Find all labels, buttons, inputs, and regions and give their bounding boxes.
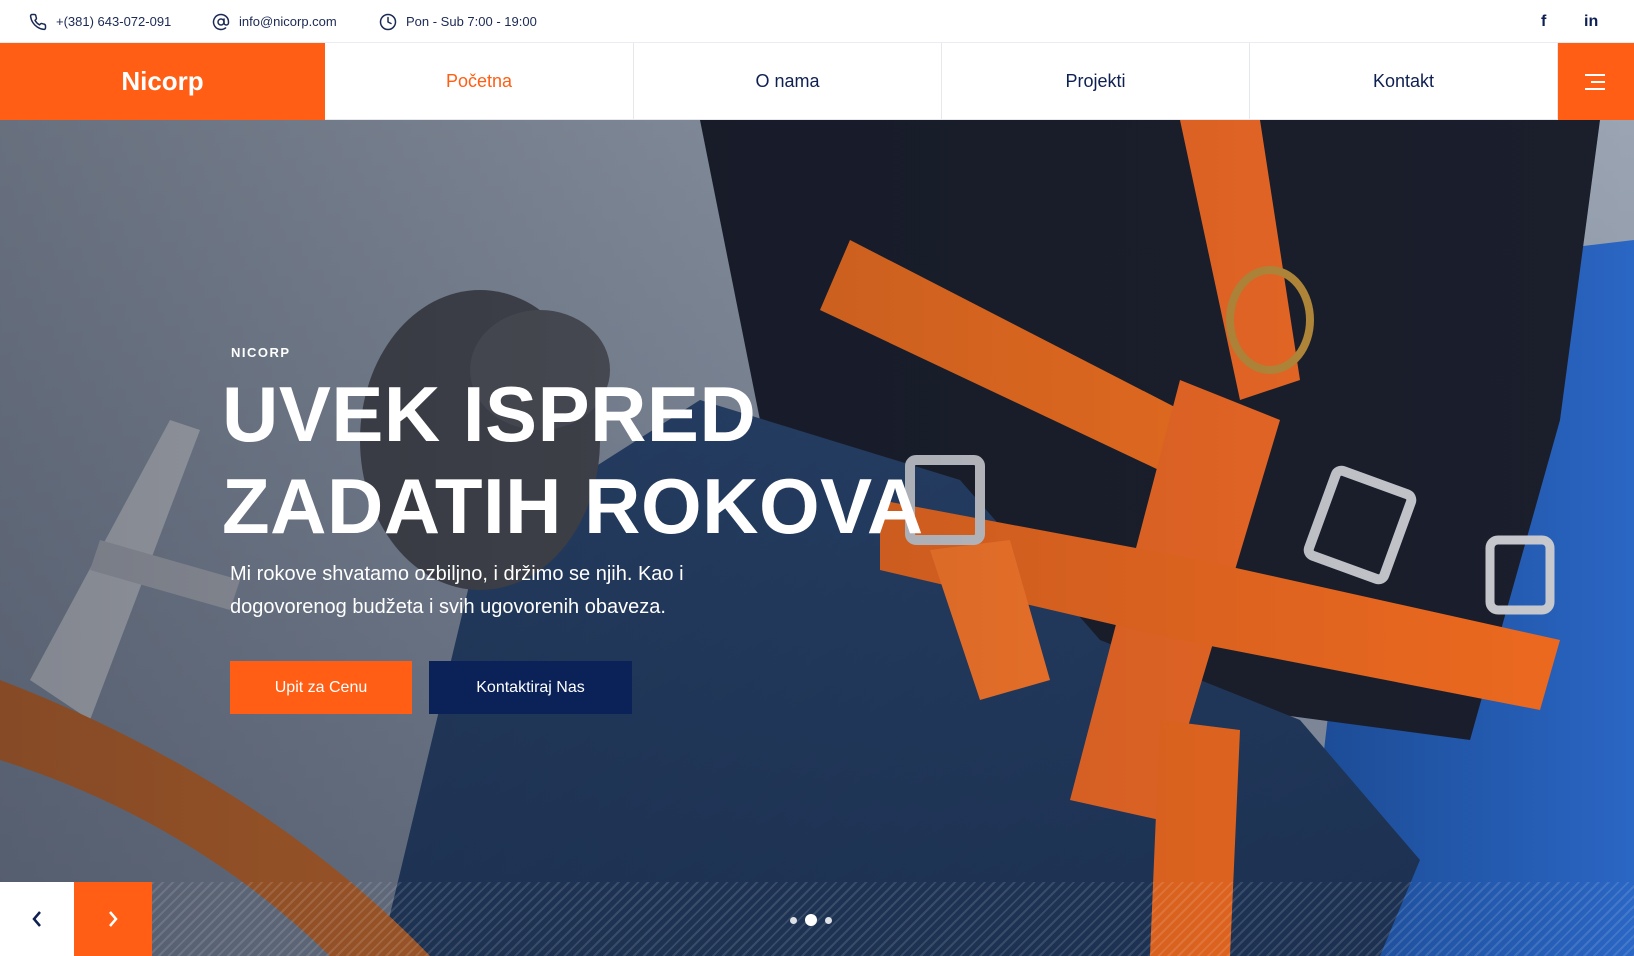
hero-lead-text: Mi rokove shvatamo ozbiljno, i držimo se… — [230, 563, 684, 618]
hours-text: Pon - Sub 7:00 - 19:00 — [406, 14, 537, 29]
email-text: info@nicorp.com — [239, 14, 337, 29]
hero-eyebrow: NICORP — [231, 345, 291, 360]
menu-button[interactable] — [1558, 43, 1634, 120]
chevron-right-icon — [109, 911, 118, 927]
facebook-link[interactable]: f — [1541, 0, 1546, 43]
nav-item-pocetna[interactable]: Početna — [325, 43, 634, 120]
clock-icon — [379, 13, 397, 30]
nav-item-o-nama[interactable]: O nama — [634, 43, 942, 120]
hero-headline-line-2: ZADATIH ROKOVA — [222, 462, 924, 550]
hero-headline: UVEK ISPRED ZADATIH ROKOVA — [222, 368, 942, 552]
nav-item-projekti[interactable]: Projekti — [942, 43, 1250, 120]
slider-pagination — [790, 914, 832, 926]
phone-icon — [29, 13, 47, 30]
quote-request-button[interactable]: Upit za Cenu — [230, 661, 412, 714]
linkedin-icon: in — [1584, 12, 1599, 30]
hero-slider: NICORP UVEK ISPRED ZADATIH ROKOVA Mi rok… — [0, 120, 1634, 956]
at-icon — [212, 13, 230, 30]
slider-dot-3[interactable] — [825, 916, 832, 924]
top-bar: +(381) 643-072-091 info@nicorp.com Pon -… — [0, 0, 1634, 43]
logo[interactable]: Nicorp — [0, 43, 325, 120]
slider-next-button[interactable] — [74, 882, 152, 956]
nav-item-kontakt[interactable]: Kontakt — [1250, 43, 1558, 120]
slider-dot-2[interactable] — [805, 914, 817, 926]
phone-info[interactable]: +(381) 643-072-091 — [29, 0, 171, 43]
slider-prev-button[interactable] — [0, 882, 74, 956]
phone-text: +(381) 643-072-091 — [56, 14, 172, 29]
contact-us-button[interactable]: Kontaktiraj Nas — [429, 661, 632, 714]
chevron-left-icon — [32, 911, 41, 927]
email-info[interactable]: info@nicorp.com — [212, 0, 337, 43]
hero-headline-line-1: UVEK ISPRED — [222, 370, 757, 458]
slider-dot-1[interactable] — [790, 916, 797, 924]
linkedin-link[interactable]: in — [1584, 0, 1598, 43]
main-nav: Nicorp Početna O nama Projekti Kontakt — [0, 43, 1634, 120]
slider-control-strip — [152, 882, 1634, 956]
hours-info: Pon - Sub 7:00 - 19:00 — [379, 0, 537, 43]
facebook-icon: f — [1541, 12, 1547, 30]
hamburger-icon — [1585, 73, 1605, 90]
